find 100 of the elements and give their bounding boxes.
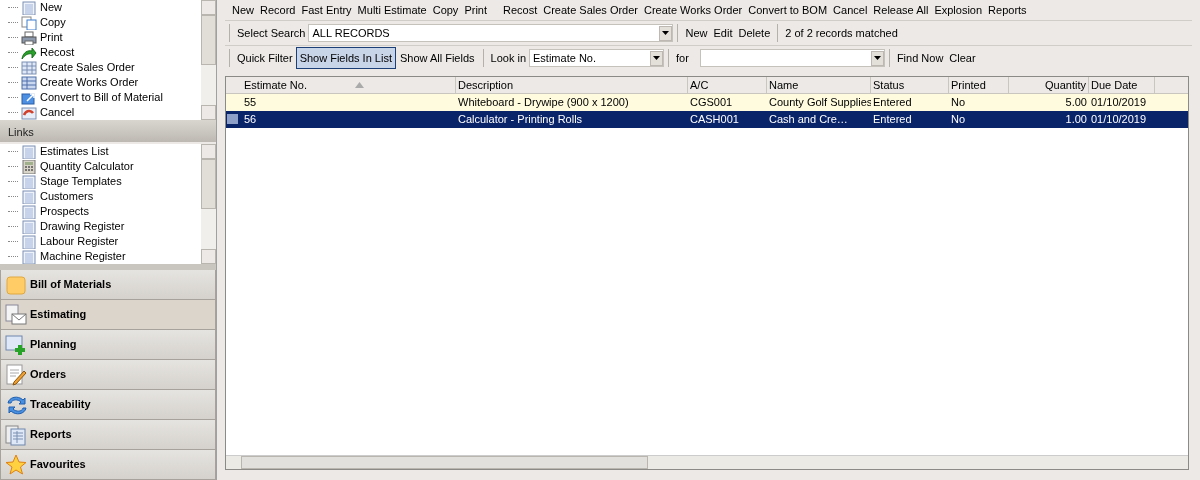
task-link[interactable]: Print (40, 29, 63, 46)
column-header[interactable]: Description (456, 76, 688, 94)
link-item[interactable]: Drawing Register (40, 218, 125, 235)
printer-icon (21, 30, 37, 45)
search-dropdown[interactable]: ALL RECORDS (308, 24, 674, 42)
task-link[interactable]: Create Sales Order (40, 59, 135, 76)
toolbar-button[interactable]: Recost (500, 1, 541, 19)
list-icon (21, 174, 37, 189)
link-item[interactable]: Prospects (40, 203, 89, 220)
toolbar-button[interactable]: Copy (429, 1, 462, 19)
arrow-icon (21, 45, 37, 60)
column-header[interactable]: Status (871, 76, 949, 94)
table-cell-text: Calculator - Printing Rolls (457, 112, 584, 128)
link-item[interactable]: Stage Templates (40, 173, 122, 190)
task-link[interactable]: Cancel (40, 104, 75, 120)
toolbar-button[interactable]: Create Works Order (641, 1, 746, 19)
report-icon (5, 423, 27, 446)
module-button[interactable]: Bill of Materials (0, 270, 216, 300)
toggle-button[interactable]: Show All Fields (395, 46, 479, 70)
link-item[interactable]: Machine Register (40, 248, 126, 264)
table-row[interactable]: 55 Whiteboard - Drywipe (900 x 1200) CGS001 County Golf Supplies Entered No 5.00 01/10/2019 (226, 94, 1188, 111)
table-cell-text: Whiteboard - Drywipe (900 x 1200) (457, 95, 630, 111)
filter-value-dropdown[interactable] (699, 49, 885, 67)
horizontal-scrollbar[interactable] (226, 455, 1188, 469)
toolbar-button[interactable]: New (229, 1, 257, 19)
column-header[interactable]: Quantity (1009, 76, 1089, 94)
table-icon (21, 75, 37, 90)
table-row[interactable]: 56 Calculator - Printing Rolls CASH001 Cash and Cre… Entered No 1.00 01/10/2019 (226, 111, 1188, 128)
toolbar-button[interactable]: Release All (870, 1, 932, 19)
task-link[interactable]: Convert to Bill of Material (40, 89, 163, 106)
list-icon (21, 234, 37, 249)
table-cell-text: CASH001 (689, 112, 740, 128)
module-button[interactable]: Estimating (0, 300, 216, 330)
table-cell-text: 55 (243, 95, 258, 111)
toolbar-button[interactable]: Print (461, 1, 490, 19)
task-link[interactable]: New (40, 0, 62, 16)
record-count: 2 of 2 records matched (784, 25, 899, 41)
toolbar-button[interactable]: Delete (735, 24, 774, 42)
list-icon (21, 189, 37, 204)
plus-icon (5, 333, 27, 356)
toolbar-button[interactable]: Multi Estimate (354, 1, 430, 19)
list-icon (21, 144, 37, 159)
toggle-button[interactable]: Show Fields In List (295, 46, 396, 70)
document-icon (21, 0, 37, 15)
toolbar-button[interactable]: Explosion (931, 1, 986, 19)
dropdown-arrow-icon (873, 56, 881, 60)
toolbar-button[interactable]: Edit (710, 24, 736, 42)
toolbar-button[interactable]: Clear (946, 49, 979, 67)
column-dropdown[interactable]: Estimate No. (529, 49, 665, 67)
table-cell-text: Cash and Cre… (768, 112, 849, 128)
field-label: Select Search (236, 25, 307, 41)
column-header[interactable]: Due Date (1089, 76, 1155, 94)
cancel-icon (21, 105, 37, 120)
link-item[interactable]: Labour Register (40, 233, 119, 250)
toolbar-button[interactable]: New (682, 24, 711, 42)
list-icon (21, 249, 37, 264)
convert-icon (21, 90, 37, 105)
toolbar-button[interactable]: Record (257, 1, 299, 19)
table-cell-text: Entered (872, 95, 913, 111)
table-cell-text: 01/10/2019 (1090, 95, 1148, 111)
link-item[interactable]: Customers (40, 188, 94, 205)
table-cell-text: 56 (243, 112, 258, 128)
table-cell-text: 1.00 (1064, 112, 1088, 128)
column-header[interactable]: A/C (688, 76, 767, 94)
field-label: Look in (489, 50, 528, 66)
toolbar-button[interactable]: Convert to BOM (745, 1, 831, 19)
toolbar-button[interactable]: Cancel (830, 1, 871, 19)
field-label: for (675, 50, 690, 66)
panel-header: Links (0, 120, 216, 142)
column-header[interactable]: Printed (949, 76, 1009, 94)
task-link[interactable]: Copy (40, 14, 66, 31)
dropdown-arrow-icon (662, 31, 670, 35)
toolbar-button[interactable]: Fast Entry (298, 1, 355, 19)
dropdown-arrow-icon (653, 56, 661, 60)
column-header[interactable]: Estimate No. (242, 76, 456, 94)
table-cell-text: 01/10/2019 (1090, 112, 1148, 128)
toolbar-button[interactable]: Create Sales Order (540, 1, 641, 19)
table-cell-text: CGS001 (689, 95, 734, 111)
module-button[interactable]: Reports (0, 420, 216, 450)
module-button[interactable]: Favourites (0, 450, 216, 480)
list-icon (21, 204, 37, 219)
task-link[interactable]: Recost (40, 44, 75, 61)
table-cell-text: No (950, 112, 967, 128)
pencil-icon (5, 363, 27, 386)
scrollbar[interactable] (201, 0, 216, 120)
module-button[interactable]: Traceability (0, 390, 216, 420)
scrollbar[interactable] (201, 144, 216, 264)
link-item[interactable]: Estimates List (40, 144, 109, 160)
table-cell-text: No (950, 95, 967, 111)
sort-arrow-icon (354, 82, 364, 88)
task-link[interactable]: Create Works Order (40, 74, 139, 91)
module-button[interactable]: Planning (0, 330, 216, 360)
toolbar-button[interactable]: Find Now (893, 49, 947, 67)
row-marker-icon (226, 114, 238, 124)
column-header[interactable]: Name (767, 76, 871, 94)
module-button[interactable]: Orders (0, 360, 216, 390)
toolbar-button[interactable]: Reports (985, 1, 1030, 19)
copy-icon (21, 15, 37, 30)
toolbar-button[interactable]: Quick Filter (234, 49, 296, 67)
link-item[interactable]: Quantity Calculator (40, 158, 134, 175)
